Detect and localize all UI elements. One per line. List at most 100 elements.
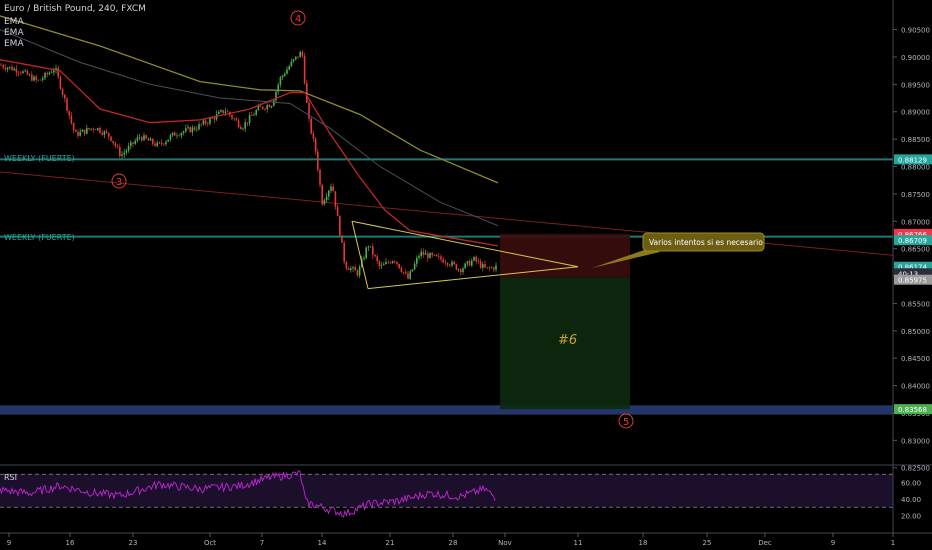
x-tick-label: 7: [260, 539, 264, 547]
candle-body: [429, 253, 431, 259]
candle-body: [222, 110, 224, 113]
candle-body: [444, 262, 447, 264]
candle-body: [405, 272, 407, 274]
zone-label-weekly-low: WEEKLY (FUERTE): [4, 233, 75, 242]
candle-body: [231, 115, 233, 119]
candle-body: [310, 118, 312, 134]
candle-body: [200, 124, 202, 125]
candle-body: [75, 130, 77, 132]
study-ema-3[interactable]: EMA: [4, 39, 24, 50]
candle-body: [28, 74, 31, 76]
zone-label-weekly-high: WEEKLY (FUERTE): [4, 154, 75, 163]
candle-body: [35, 76, 37, 80]
candle-body: [383, 264, 385, 266]
candle-body: [341, 235, 343, 243]
chart-canvas[interactable]: 60.00 40.00 20.00 0.90500 0.90000 0.89500 0.8…: [0, 0, 932, 550]
candle-body: [389, 262, 392, 264]
candle-body: [83, 129, 86, 134]
y-tick-label: 0.83000: [901, 437, 930, 445]
callout-text: Varios intentos si es necesario: [649, 238, 763, 247]
candle-body: [108, 132, 110, 137]
candle-body: [297, 56, 299, 58]
candle-body: [488, 267, 491, 269]
x-tick-label: 23: [129, 539, 138, 547]
candle-body: [17, 72, 20, 74]
candle-body: [50, 72, 53, 73]
x-tick-label: 25: [703, 539, 712, 547]
candle-body: [259, 105, 262, 107]
candle-body: [407, 273, 409, 279]
candle-body: [81, 129, 84, 132]
candle-body: [20, 72, 22, 74]
candle-body: [385, 261, 387, 265]
x-tick-label: 14: [318, 539, 327, 547]
candle-body: [411, 269, 414, 272]
candle-body: [466, 261, 469, 264]
candle-body: [312, 133, 315, 139]
candle-body: [251, 115, 253, 116]
y-tick-label: 0.90500: [901, 27, 930, 35]
candle-body: [72, 122, 75, 131]
candle-body: [191, 127, 194, 133]
candle-body: [6, 67, 9, 70]
x-tick-label: 16: [66, 539, 75, 547]
candle-body: [125, 150, 128, 153]
candle-body: [418, 256, 420, 259]
candle-body: [57, 68, 59, 77]
candle-body: [116, 146, 119, 147]
candle-body: [431, 253, 433, 256]
candle-body: [255, 110, 257, 115]
candle-body: [178, 135, 180, 137]
x-tick-label: 1: [891, 539, 895, 547]
candle-body: [174, 132, 176, 136]
x-tick-label: Nov: [498, 539, 512, 547]
candle-body: [473, 256, 475, 261]
candle-body: [198, 124, 200, 130]
candle-body: [343, 242, 345, 262]
candle-body: [176, 135, 178, 137]
candle-body: [495, 265, 497, 270]
candle-body: [0, 65, 2, 66]
candle-body: [132, 142, 134, 144]
candle-body: [92, 128, 95, 130]
candle-body: [202, 120, 205, 125]
candle-body: [325, 196, 328, 201]
candle-body: [2, 65, 4, 68]
candle-body: [453, 261, 455, 265]
candle-body: [235, 118, 238, 121]
x-tick-label: Dec: [758, 539, 772, 547]
study-ema-1[interactable]: EMA: [4, 17, 24, 28]
candle-body: [270, 106, 273, 108]
candle-body: [4, 67, 7, 70]
candle-body: [224, 111, 227, 113]
candle-body: [420, 251, 422, 257]
price-tag-label: 0.88129: [898, 156, 927, 164]
candle-body: [119, 146, 121, 156]
y-tick-label: 0.86500: [901, 246, 930, 254]
candle-body: [288, 66, 290, 70]
candle-body: [59, 76, 62, 89]
candle-body: [413, 263, 416, 270]
candle-body: [253, 114, 255, 116]
candle-body: [471, 260, 473, 266]
wave-5-label: 5: [623, 417, 629, 428]
x-tick-label: 18: [639, 539, 648, 547]
candle-body: [286, 69, 288, 74]
study-ema-2[interactable]: EMA: [4, 28, 24, 39]
candle-body: [394, 261, 396, 262]
candle-body: [22, 71, 24, 74]
stop-loss-box: [500, 233, 630, 278]
candle-body: [209, 118, 211, 124]
candle-body: [11, 66, 13, 71]
candle-body: [477, 261, 480, 262]
candle-body: [123, 152, 125, 155]
symbol-title[interactable]: Euro / British Pound, 240, FXCM: [4, 4, 146, 15]
rsi-axis-label: 20.00: [901, 513, 921, 521]
candle-body: [369, 246, 372, 248]
candle-body: [53, 70, 55, 73]
candle-body: [99, 127, 101, 133]
candle-body: [433, 254, 436, 256]
candle-body: [39, 79, 42, 81]
candle-body: [435, 254, 438, 257]
candle-body: [189, 127, 191, 133]
